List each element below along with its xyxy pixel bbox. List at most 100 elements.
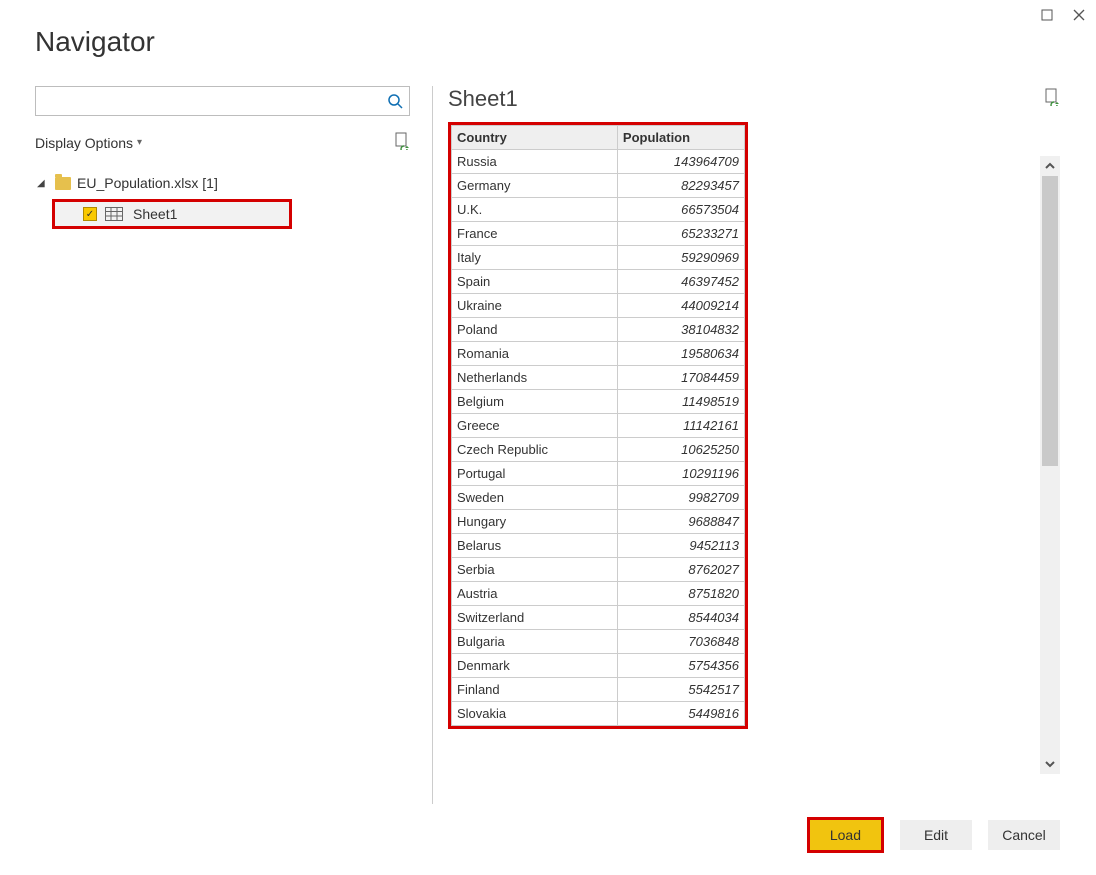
scroll-track[interactable] (1040, 176, 1060, 754)
cell-population: 46397452 (617, 270, 744, 294)
cell-population: 19580634 (617, 342, 744, 366)
table-row[interactable]: Slovakia5449816 (452, 702, 745, 726)
cell-population: 5542517 (617, 678, 744, 702)
column-header-population[interactable]: Population (617, 126, 744, 150)
table-row[interactable]: Italy59290969 (452, 246, 745, 270)
dialog-title: Navigator (35, 26, 155, 58)
panel-divider (432, 86, 433, 804)
cell-population: 9688847 (617, 510, 744, 534)
cell-population: 5754356 (617, 654, 744, 678)
cell-country: Portugal (452, 462, 618, 486)
tree-file-node[interactable]: ◢ EU_Population.xlsx [1] (35, 169, 410, 197)
table-row[interactable]: Denmark5754356 (452, 654, 745, 678)
cell-population: 8762027 (617, 558, 744, 582)
cell-country: Slovakia (452, 702, 618, 726)
refresh-icon[interactable] (394, 132, 410, 153)
cell-population: 11142161 (617, 414, 744, 438)
cell-population: 8544034 (617, 606, 744, 630)
cell-country: Ukraine (452, 294, 618, 318)
table-row[interactable]: Bulgaria7036848 (452, 630, 745, 654)
cell-country: Belarus (452, 534, 618, 558)
search-input[interactable] (36, 93, 381, 109)
cell-population: 7036848 (617, 630, 744, 654)
cell-country: Netherlands (452, 366, 618, 390)
cancel-button[interactable]: Cancel (988, 820, 1060, 850)
table-row[interactable]: Netherlands17084459 (452, 366, 745, 390)
preview-table-container: Country Population Russia143964709German… (448, 122, 748, 729)
cell-population: 66573504 (617, 198, 744, 222)
cell-population: 8751820 (617, 582, 744, 606)
cell-population: 9982709 (617, 486, 744, 510)
cell-country: Poland (452, 318, 618, 342)
table-row[interactable]: Czech Republic10625250 (452, 438, 745, 462)
table-row[interactable]: Sweden9982709 (452, 486, 745, 510)
refresh-preview-icon[interactable] (1044, 86, 1060, 112)
table-row[interactable]: Belarus9452113 (452, 534, 745, 558)
cell-country: Belgium (452, 390, 618, 414)
table-row[interactable]: U.K.66573504 (452, 198, 745, 222)
table-row[interactable]: Ukraine44009214 (452, 294, 745, 318)
cell-country: Spain (452, 270, 618, 294)
cell-country: Finland (452, 678, 618, 702)
maximize-button[interactable] (1040, 8, 1054, 22)
cell-population: 17084459 (617, 366, 744, 390)
cell-country: Czech Republic (452, 438, 618, 462)
cell-country: U.K. (452, 198, 618, 222)
cell-population: 10625250 (617, 438, 744, 462)
cell-country: Romania (452, 342, 618, 366)
cell-country: Switzerland (452, 606, 618, 630)
table-row[interactable]: Germany82293457 (452, 174, 745, 198)
column-header-country[interactable]: Country (452, 126, 618, 150)
collapse-arrow-icon[interactable]: ◢ (37, 178, 49, 189)
cell-population: 38104832 (617, 318, 744, 342)
sheet-checkbox[interactable]: ✓ (83, 207, 97, 221)
scroll-up-icon[interactable] (1040, 156, 1060, 176)
table-row[interactable]: Finland5542517 (452, 678, 745, 702)
close-button[interactable] (1072, 8, 1086, 22)
file-label: EU_Population.xlsx [1] (77, 175, 218, 191)
edit-button[interactable]: Edit (900, 820, 972, 850)
sheet-icon (105, 207, 123, 221)
cell-population: 143964709 (617, 150, 744, 174)
cell-country: Russia (452, 150, 618, 174)
cell-country: Serbia (452, 558, 618, 582)
vertical-scrollbar[interactable] (1040, 156, 1060, 774)
search-box[interactable] (35, 86, 410, 116)
cell-population: 9452113 (617, 534, 744, 558)
table-row[interactable]: Poland38104832 (452, 318, 745, 342)
cell-country: Sweden (452, 486, 618, 510)
cell-population: 44009214 (617, 294, 744, 318)
table-row[interactable]: Austria8751820 (452, 582, 745, 606)
cell-population: 65233271 (617, 222, 744, 246)
chevron-down-icon: ▾ (137, 137, 142, 148)
tree-sheet-node[interactable]: ✓ Sheet1 (52, 199, 292, 229)
cell-country: Germany (452, 174, 618, 198)
scroll-down-icon[interactable] (1040, 754, 1060, 774)
table-row[interactable]: Russia143964709 (452, 150, 745, 174)
preview-title: Sheet1 (448, 86, 518, 112)
table-row[interactable]: Romania19580634 (452, 342, 745, 366)
cell-country: Austria (452, 582, 618, 606)
display-options-dropdown[interactable]: Display Options ▾ (35, 135, 142, 151)
scroll-thumb[interactable] (1042, 176, 1058, 466)
sheet-label: Sheet1 (133, 206, 177, 222)
table-row[interactable]: Greece11142161 (452, 414, 745, 438)
preview-table: Country Population Russia143964709German… (451, 125, 745, 726)
folder-icon (55, 177, 71, 190)
table-row[interactable]: France65233271 (452, 222, 745, 246)
cell-country: Denmark (452, 654, 618, 678)
cell-population: 82293457 (617, 174, 744, 198)
cell-population: 11498519 (617, 390, 744, 414)
cell-country: Hungary (452, 510, 618, 534)
table-row[interactable]: Portugal10291196 (452, 462, 745, 486)
search-icon[interactable] (381, 93, 409, 109)
cell-country: France (452, 222, 618, 246)
cell-country: Bulgaria (452, 630, 618, 654)
table-row[interactable]: Belgium11498519 (452, 390, 745, 414)
table-row[interactable]: Switzerland8544034 (452, 606, 745, 630)
table-row[interactable]: Serbia8762027 (452, 558, 745, 582)
table-row[interactable]: Hungary9688847 (452, 510, 745, 534)
load-button[interactable]: Load (807, 817, 884, 853)
navigator-left-panel: Display Options ▾ ◢ EU_Population.xlsx [… (35, 86, 410, 229)
table-row[interactable]: Spain46397452 (452, 270, 745, 294)
